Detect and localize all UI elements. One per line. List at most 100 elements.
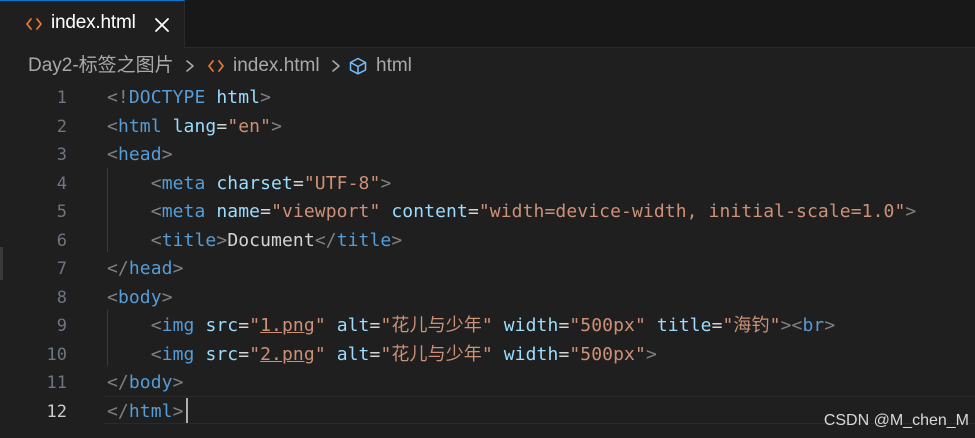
code-line[interactable]: <img src="2.png" alt="花儿与少年" width="500p… — [107, 341, 657, 369]
code-token: = — [369, 315, 381, 336]
code-token: Document — [227, 229, 315, 251]
line-number: 5 — [56, 202, 67, 222]
code-token: content — [391, 201, 468, 222]
code-token: = — [711, 315, 723, 336]
code-token: < — [150, 201, 162, 222]
code-token: title — [161, 229, 217, 251]
code-token: body — [117, 286, 162, 308]
code-line[interactable]: <meta charset="UTF-8"> — [107, 170, 392, 198]
code-line[interactable]: <meta name="viewport" content="width=dev… — [107, 198, 917, 226]
code-token: < — [150, 343, 162, 365]
code-token: = — [558, 315, 570, 336]
code-token: DOCTYPE — [128, 87, 206, 108]
watermark: CSDN @M_chen_M — [823, 412, 969, 429]
breadcrumb-item-symbol[interactable]: html — [376, 54, 412, 78]
code-token: >< — [780, 315, 803, 336]
code-line[interactable]: <head> — [107, 141, 173, 169]
code-token: </ — [107, 400, 129, 422]
code-token: body — [128, 372, 173, 393]
code-token: head — [117, 144, 162, 165]
code-line[interactable]: <img src="1.png" alt="花儿与少年" width="500p… — [107, 312, 835, 340]
code-token: "width=device-width, initial-scale=1.0" — [478, 201, 906, 222]
breadcrumb-item-file[interactable]: index.html — [233, 54, 320, 78]
code-token: html — [117, 115, 162, 137]
code-line[interactable]: <body> — [107, 284, 173, 312]
code-token: html — [216, 87, 261, 108]
code-token: > — [216, 229, 228, 251]
code-line[interactable]: </body> — [107, 369, 184, 397]
code-token: " — [314, 315, 326, 336]
code-token: <! — [107, 87, 129, 108]
code-token: < — [150, 315, 162, 336]
code-token: charset — [216, 172, 293, 194]
code-token: < — [107, 115, 118, 137]
html-brackets-icon — [206, 57, 226, 75]
code-token: > — [172, 258, 184, 279]
code-token: < — [150, 172, 162, 194]
line-number: 12 — [46, 401, 67, 422]
code-token: src — [205, 315, 239, 336]
code-editor[interactable]: 1 <!DOCTYPE html> 2 <html lang="en"> 3 <head>… — [0, 84, 975, 438]
code-token: > — [391, 229, 403, 251]
code-token: > — [380, 172, 392, 194]
code-token: > — [645, 343, 657, 365]
code-token: " — [249, 343, 261, 365]
code-line[interactable]: <title>Document</title> — [107, 227, 402, 255]
breadcrumb-item-folder[interactable]: Day2-标签之图片 — [28, 54, 174, 78]
code-token: meta — [161, 201, 206, 222]
code-token: 1.png — [260, 315, 315, 336]
tab-index-html[interactable]: index.html — [0, 0, 185, 48]
code-token: meta — [161, 172, 206, 194]
code-token: title — [336, 229, 392, 251]
html-brackets-icon — [24, 14, 44, 34]
code-token: title — [656, 315, 712, 336]
code-token: 2.png — [260, 343, 315, 365]
code-token: < — [107, 286, 118, 308]
code-token: > — [260, 87, 272, 108]
code-token: img — [161, 315, 195, 336]
code-token: </ — [107, 372, 129, 393]
code-token: > — [161, 286, 173, 308]
text-cursor — [186, 398, 188, 423]
close-icon[interactable] — [152, 15, 172, 35]
breadcrumb: Day2-标签之图片 index.html html — [0, 48, 975, 84]
code-token: "500px" — [569, 315, 646, 336]
code-token: = — [369, 343, 381, 365]
code-token: html — [128, 400, 173, 422]
code-token: "en" — [227, 115, 272, 137]
code-line[interactable]: <html lang="en"> — [107, 113, 282, 141]
line-number: 8 — [56, 287, 67, 308]
tab-label: index.html — [51, 12, 136, 33]
line-number: 3 — [56, 145, 67, 165]
tab-bar: index.html — [0, 0, 975, 48]
code-token: = — [260, 201, 272, 222]
code-token: width — [503, 343, 559, 365]
code-token: < — [150, 229, 162, 251]
code-token: name — [216, 201, 261, 222]
code-token: = — [216, 115, 228, 137]
code-token: = — [467, 201, 479, 222]
code-token: > — [161, 144, 173, 165]
code-token: > — [172, 372, 184, 393]
code-line[interactable]: </html> — [107, 398, 184, 426]
code-token: "viewport" — [271, 201, 381, 222]
cube-icon — [348, 57, 368, 75]
code-token: lang — [172, 115, 217, 137]
code-token: "花儿与少年" — [380, 315, 493, 336]
code-line[interactable]: </head> — [107, 255, 184, 283]
code-token: = — [238, 315, 250, 336]
code-line[interactable]: <!DOCTYPE html> — [107, 84, 271, 112]
code-token: > — [271, 115, 282, 137]
code-token: src — [205, 343, 239, 365]
line-number: 9 — [56, 316, 67, 336]
